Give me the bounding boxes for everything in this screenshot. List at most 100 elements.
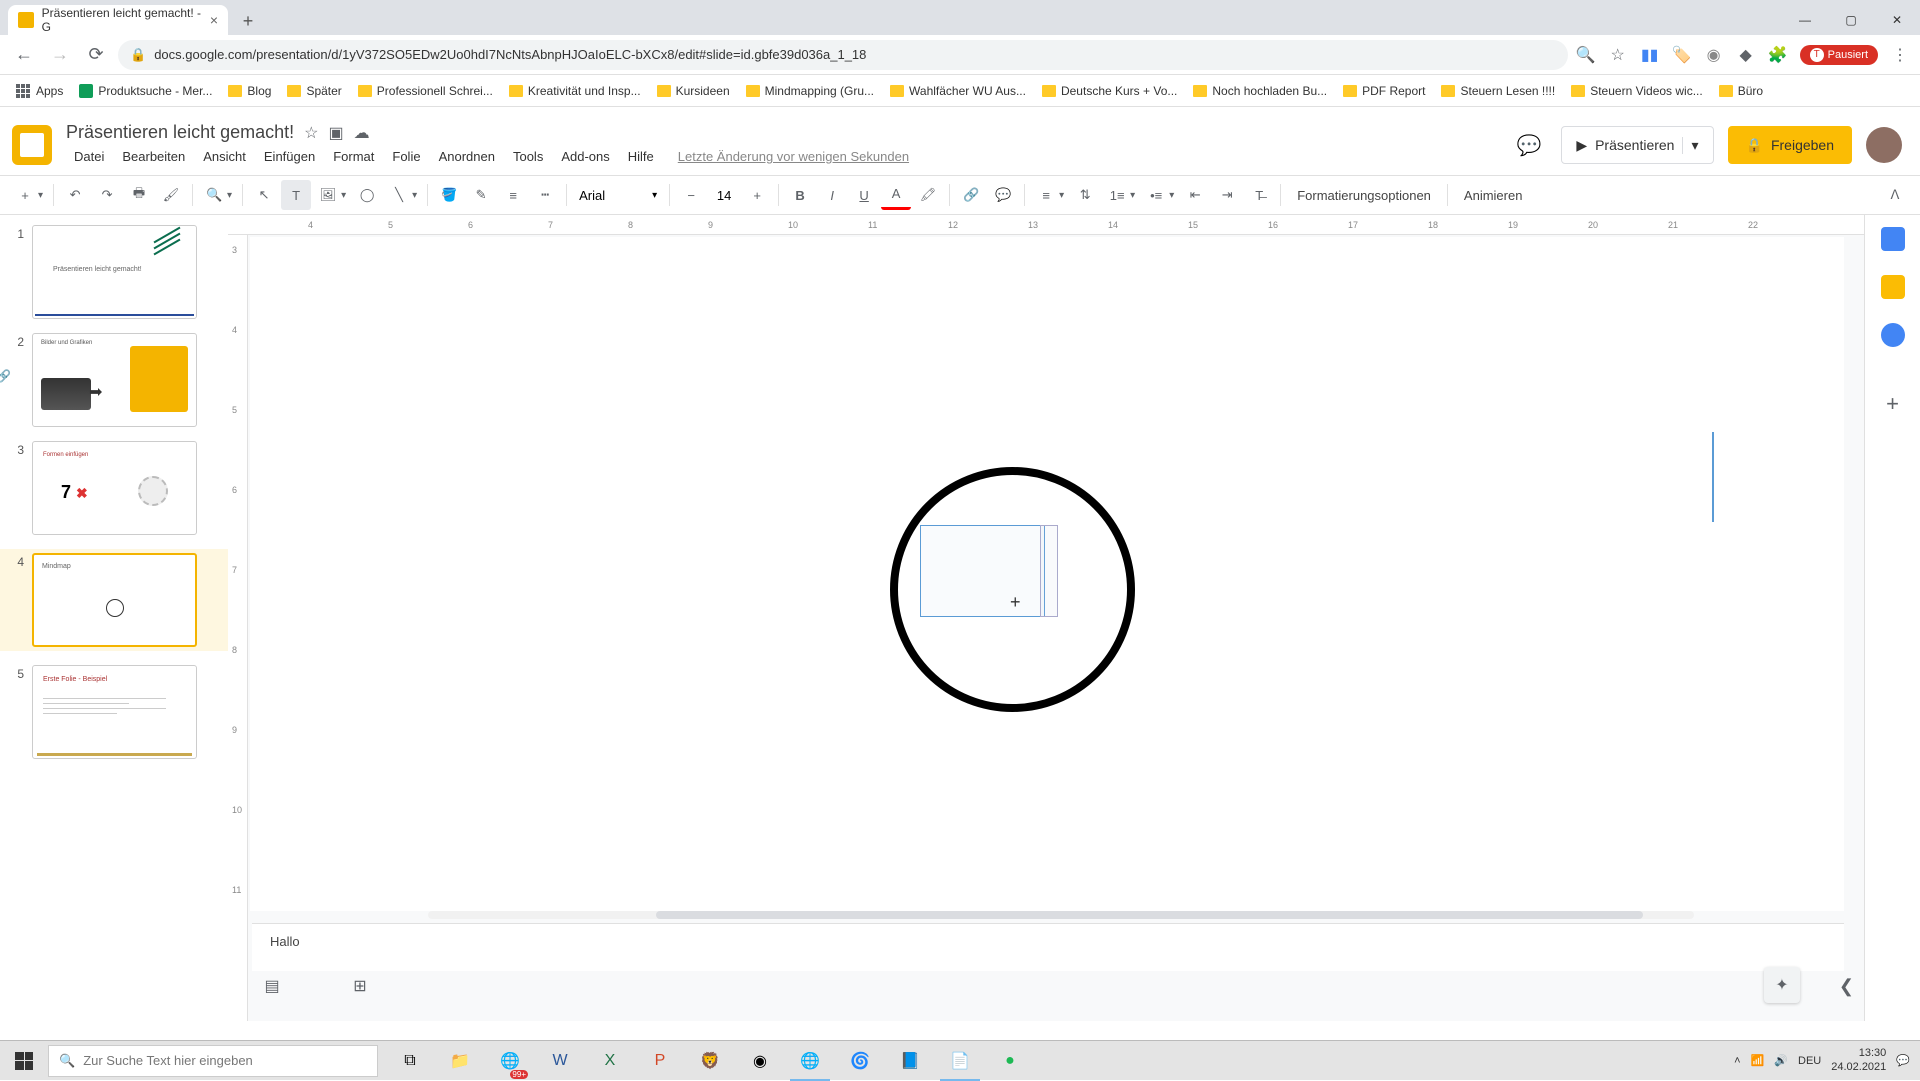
- highlight-button[interactable]: 🖍: [913, 180, 943, 210]
- back-button[interactable]: ←: [10, 41, 38, 69]
- menu-tools[interactable]: Tools: [505, 145, 551, 168]
- side-panel-toggle[interactable]: ❮: [1839, 976, 1854, 997]
- textbox-tool[interactable]: T: [281, 180, 311, 210]
- decrease-indent-button[interactable]: ⇤: [1180, 180, 1210, 210]
- collapse-toolbar-icon[interactable]: ᐱ: [1880, 180, 1910, 210]
- animate-button[interactable]: Animieren: [1454, 188, 1533, 203]
- start-button[interactable]: [0, 1041, 48, 1081]
- explore-button[interactable]: ✦: [1764, 967, 1800, 1003]
- powerpoint-icon[interactable]: P: [636, 1041, 684, 1081]
- clock[interactable]: 13:30 24.02.2021: [1831, 1047, 1886, 1073]
- comments-button[interactable]: 💬: [1511, 127, 1547, 163]
- tasks-icon[interactable]: [1881, 323, 1905, 347]
- slide-thumbnail-5[interactable]: Erste Folie - Beispiel: [32, 665, 197, 759]
- present-dropdown-icon[interactable]: ▾: [1682, 137, 1698, 154]
- extension-icon-1[interactable]: ▮▮: [1640, 45, 1660, 65]
- slides-logo[interactable]: [12, 125, 52, 165]
- chrome-icon[interactable]: 🌐: [786, 1041, 834, 1081]
- close-window-icon[interactable]: ✕: [1874, 5, 1920, 35]
- task-view-icon[interactable]: ⧉: [386, 1041, 434, 1081]
- close-tab-icon[interactable]: ×: [210, 12, 218, 28]
- text-color-button[interactable]: A: [881, 180, 911, 210]
- bookmark-item[interactable]: Steuern Videos wic...: [1565, 80, 1709, 102]
- taskbar-search[interactable]: 🔍 Zur Suche Text hier eingeben: [48, 1045, 378, 1077]
- excel-icon[interactable]: X: [586, 1041, 634, 1081]
- font-size-input[interactable]: 14: [710, 187, 738, 204]
- bookmark-item[interactable]: Kreativität und Insp...: [503, 80, 647, 102]
- bookmark-item[interactable]: Wahlfächer WU Aus...: [884, 80, 1032, 102]
- speaker-notes[interactable]: Hallo: [252, 923, 1844, 971]
- image-tool[interactable]: 🖼: [313, 180, 343, 210]
- bookmark-item[interactable]: Büro: [1713, 80, 1769, 102]
- star-icon[interactable]: ☆: [1608, 45, 1628, 65]
- line-tool[interactable]: ╲: [384, 180, 414, 210]
- browser-tab[interactable]: Präsentieren leicht gemacht! - G ×: [8, 5, 228, 35]
- new-slide-button[interactable]: +: [10, 180, 40, 210]
- numbered-list-button[interactable]: 1≡: [1102, 180, 1132, 210]
- slide-thumbnail-2[interactable]: Bilder und Grafiken ➡: [32, 333, 197, 427]
- filmstrip-view-button[interactable]: ▤: [258, 972, 286, 1000]
- present-button[interactable]: ▶ Präsentieren ▾: [1561, 126, 1713, 164]
- cloud-status-icon[interactable]: ☁: [354, 123, 370, 143]
- language-indicator[interactable]: DEU: [1798, 1055, 1821, 1067]
- line-dropdown[interactable]: ▾: [412, 190, 417, 201]
- extension-icon-3[interactable]: ◉: [1704, 45, 1724, 65]
- border-weight-button[interactable]: ≡: [498, 180, 528, 210]
- add-addon-icon[interactable]: +: [1886, 391, 1899, 417]
- insert-link-button[interactable]: 🔗: [956, 180, 986, 210]
- account-avatar[interactable]: [1866, 127, 1902, 163]
- bookmark-item[interactable]: Noch hochladen Bu...: [1187, 80, 1333, 102]
- slide-thumbnail-3[interactable]: Formen einfügen 7 ✖: [32, 441, 197, 535]
- bookmark-item[interactable]: Blog: [222, 80, 277, 102]
- menu-datei[interactable]: Datei: [66, 145, 112, 168]
- profile-button[interactable]: T Pausiert: [1800, 45, 1878, 65]
- new-slide-dropdown[interactable]: ▾: [38, 190, 43, 201]
- zoom-button[interactable]: 🔍: [199, 180, 229, 210]
- insert-comment-button[interactable]: 💬: [988, 180, 1018, 210]
- border-dash-button[interactable]: ┅: [530, 180, 560, 210]
- word-icon[interactable]: W: [536, 1041, 584, 1081]
- increase-font-button[interactable]: +: [742, 180, 772, 210]
- menu-folie[interactable]: Folie: [384, 145, 428, 168]
- spotify-icon[interactable]: ●: [986, 1041, 1034, 1081]
- select-tool[interactable]: ↖: [249, 180, 279, 210]
- edge-icon[interactable]: 🌀: [836, 1041, 884, 1081]
- menu-format[interactable]: Format: [325, 145, 382, 168]
- grid-view-button[interactable]: ⊞: [346, 972, 374, 1000]
- minimize-icon[interactable]: —: [1782, 5, 1828, 35]
- tray-chevron-icon[interactable]: ˄: [1734, 1055, 1740, 1067]
- bookmark-item[interactable]: Mindmapping (Gru...: [740, 80, 880, 102]
- slide-canvas[interactable]: +: [250, 237, 1844, 911]
- menu-addons[interactable]: Add-ons: [553, 145, 617, 168]
- calendar-icon[interactable]: [1881, 227, 1905, 251]
- move-document-icon[interactable]: ▣: [328, 123, 343, 143]
- format-options-button[interactable]: Formatierungsoptionen: [1287, 188, 1441, 203]
- print-button[interactable]: 🖶: [124, 180, 154, 210]
- underline-button[interactable]: U: [849, 180, 879, 210]
- brave-icon[interactable]: 🦁: [686, 1041, 734, 1081]
- extension-icon-4[interactable]: ◆: [1736, 45, 1756, 65]
- share-button[interactable]: 🔒 Freigeben: [1728, 126, 1852, 164]
- image-dropdown[interactable]: ▾: [341, 190, 346, 201]
- fill-color-button[interactable]: 🪣: [434, 180, 464, 210]
- decrease-font-button[interactable]: −: [676, 180, 706, 210]
- vertical-ruler[interactable]: 34567891011: [228, 235, 248, 1021]
- italic-button[interactable]: I: [817, 180, 847, 210]
- bookmark-item[interactable]: Deutsche Kurs + Vo...: [1036, 80, 1183, 102]
- bold-button[interactable]: B: [785, 180, 815, 210]
- increase-indent-button[interactable]: ⇥: [1212, 180, 1242, 210]
- app-icon[interactable]: 📘: [886, 1041, 934, 1081]
- align-button[interactable]: ≡: [1031, 180, 1061, 210]
- paint-format-button[interactable]: 🖌: [156, 180, 186, 210]
- line-spacing-button[interactable]: ⇅: [1070, 180, 1100, 210]
- bulleted-list-button[interactable]: •≡: [1141, 180, 1171, 210]
- star-document-icon[interactable]: ☆: [304, 123, 318, 143]
- new-tab-button[interactable]: +: [234, 7, 262, 35]
- horizontal-scrollbar[interactable]: [428, 911, 1694, 919]
- wifi-icon[interactable]: 📶: [1751, 1054, 1765, 1067]
- last-edit-link[interactable]: Letzte Änderung vor wenigen Sekunden: [670, 145, 917, 168]
- chrome-menu-icon[interactable]: ⋮: [1890, 45, 1910, 65]
- shape-tool[interactable]: ◯: [352, 180, 382, 210]
- bookmark-item[interactable]: Später: [281, 80, 347, 102]
- keep-icon[interactable]: [1881, 275, 1905, 299]
